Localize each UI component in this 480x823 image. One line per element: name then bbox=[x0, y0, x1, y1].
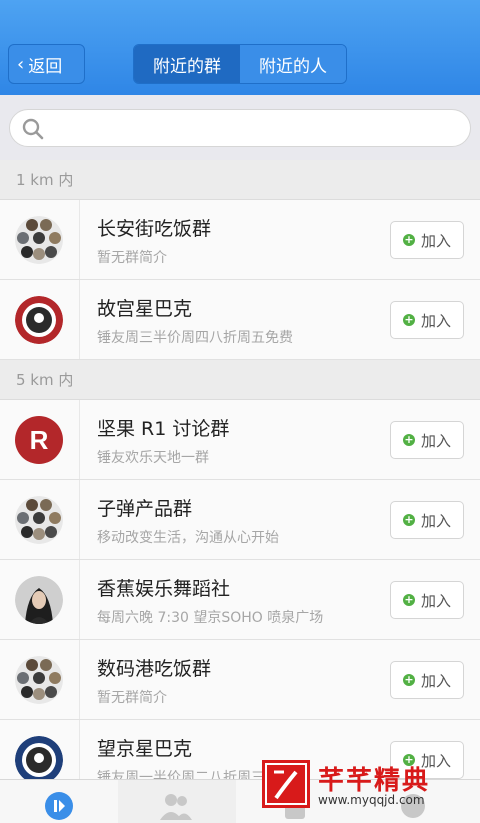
watermark-url: www.myqqjd.com bbox=[318, 793, 425, 807]
group-description: 移动改变生活，沟通从心开始 bbox=[97, 530, 279, 546]
group-description: 暂无群简介 bbox=[97, 250, 167, 266]
plus-icon: + bbox=[402, 593, 415, 606]
collage-avatar bbox=[15, 216, 63, 264]
list-item[interactable]: 香蕉娱乐舞蹈社 每周六晚 7:30 望京SOHO 喷泉广场 + 加入 bbox=[0, 560, 480, 640]
join-label: 加入 bbox=[420, 311, 451, 330]
group-title: 数码港吃饭群 bbox=[97, 658, 212, 680]
tab-groups[interactable] bbox=[0, 780, 118, 823]
segmented-control: 附近的群 附近的人 bbox=[133, 44, 347, 84]
group-title: 坚果 R1 讨论群 bbox=[97, 418, 230, 440]
search-bar bbox=[0, 95, 480, 160]
collage-avatar bbox=[15, 496, 63, 544]
portrait-avatar bbox=[15, 576, 63, 624]
back-button[interactable]: ‹ 返回 bbox=[8, 44, 85, 84]
list-item[interactable]: 故宫星巴克 锤友周三半价周四八折周五免费 + 加入 bbox=[0, 280, 480, 360]
avatar-cell bbox=[0, 560, 80, 639]
section-header-1km: 1 km 内 bbox=[0, 160, 480, 200]
group-description: 锤友周三半价周四八折周五免费 bbox=[97, 330, 293, 346]
chevron-left-icon: ‹ bbox=[17, 53, 25, 75]
join-button[interactable]: + 加入 bbox=[390, 581, 464, 619]
avatar-cell bbox=[0, 280, 80, 359]
group-title: 故宫星巴克 bbox=[97, 298, 193, 320]
plus-icon: + bbox=[402, 673, 415, 686]
avatar-cell bbox=[0, 200, 80, 279]
chat-bubble-icon bbox=[45, 792, 73, 820]
join-label: 加入 bbox=[420, 431, 451, 450]
starbucks-avatar bbox=[15, 736, 63, 784]
people-icon bbox=[160, 794, 192, 820]
avatar-cell: R bbox=[0, 400, 80, 479]
tab-nearby-people[interactable]: 附近的人 bbox=[240, 45, 346, 83]
list-item[interactable]: 数码港吃饭群 暂无群简介 + 加入 bbox=[0, 640, 480, 720]
join-button[interactable]: + 加入 bbox=[390, 301, 464, 339]
group-title: 子弹产品群 bbox=[97, 498, 193, 520]
group-description: 锤友欢乐天地一群 bbox=[97, 450, 209, 466]
back-button-label: 返回 bbox=[28, 56, 63, 77]
watermark-seal-icon bbox=[262, 760, 310, 808]
starbucks-avatar bbox=[15, 296, 63, 344]
collage-avatar bbox=[15, 656, 63, 704]
join-label: 加入 bbox=[420, 511, 451, 530]
group-title: 长安街吃饭群 bbox=[97, 218, 212, 240]
tab-nearby-groups[interactable]: 附近的群 bbox=[134, 45, 240, 83]
join-label: 加入 bbox=[420, 591, 451, 610]
avatar-letter: R bbox=[29, 424, 49, 455]
group-title: 望京星巴克 bbox=[97, 738, 193, 760]
watermark-text: 芊芊精典 bbox=[318, 766, 431, 796]
plus-icon: + bbox=[402, 313, 415, 326]
tab-contacts[interactable] bbox=[118, 780, 236, 823]
status-bar bbox=[0, 0, 480, 30]
join-button[interactable]: + 加入 bbox=[390, 221, 464, 259]
join-label: 加入 bbox=[420, 671, 451, 690]
list-item[interactable]: 长安街吃饭群 暂无群简介 + 加入 bbox=[0, 200, 480, 280]
top-navigation-bar: ‹ 返回 附近的群 附近的人 bbox=[0, 0, 480, 95]
section-header-5km: 5 km 内 bbox=[0, 360, 480, 400]
join-button[interactable]: + 加入 bbox=[390, 661, 464, 699]
r-letter-avatar: R bbox=[15, 416, 63, 464]
search-input[interactable] bbox=[9, 109, 471, 147]
plus-icon: + bbox=[402, 433, 415, 446]
list-item[interactable]: 子弹产品群 移动改变生活，沟通从心开始 + 加入 bbox=[0, 480, 480, 560]
group-description: 暂无群简介 bbox=[97, 690, 167, 706]
plus-icon: + bbox=[402, 513, 415, 526]
avatar-cell bbox=[0, 480, 80, 559]
group-description: 每周六晚 7:30 望京SOHO 喷泉广场 bbox=[97, 610, 324, 626]
group-title: 香蕉娱乐舞蹈社 bbox=[97, 578, 231, 600]
avatar-cell bbox=[0, 640, 80, 719]
join-button[interactable]: + 加入 bbox=[390, 421, 464, 459]
search-icon bbox=[22, 118, 44, 140]
join-button[interactable]: + 加入 bbox=[390, 501, 464, 539]
watermark: 芊芊精典 www.myqqjd.com bbox=[262, 760, 472, 810]
list-item[interactable]: R 坚果 R1 讨论群 锤友欢乐天地一群 + 加入 bbox=[0, 400, 480, 480]
plus-icon: + bbox=[402, 233, 415, 246]
join-label: 加入 bbox=[420, 231, 451, 250]
